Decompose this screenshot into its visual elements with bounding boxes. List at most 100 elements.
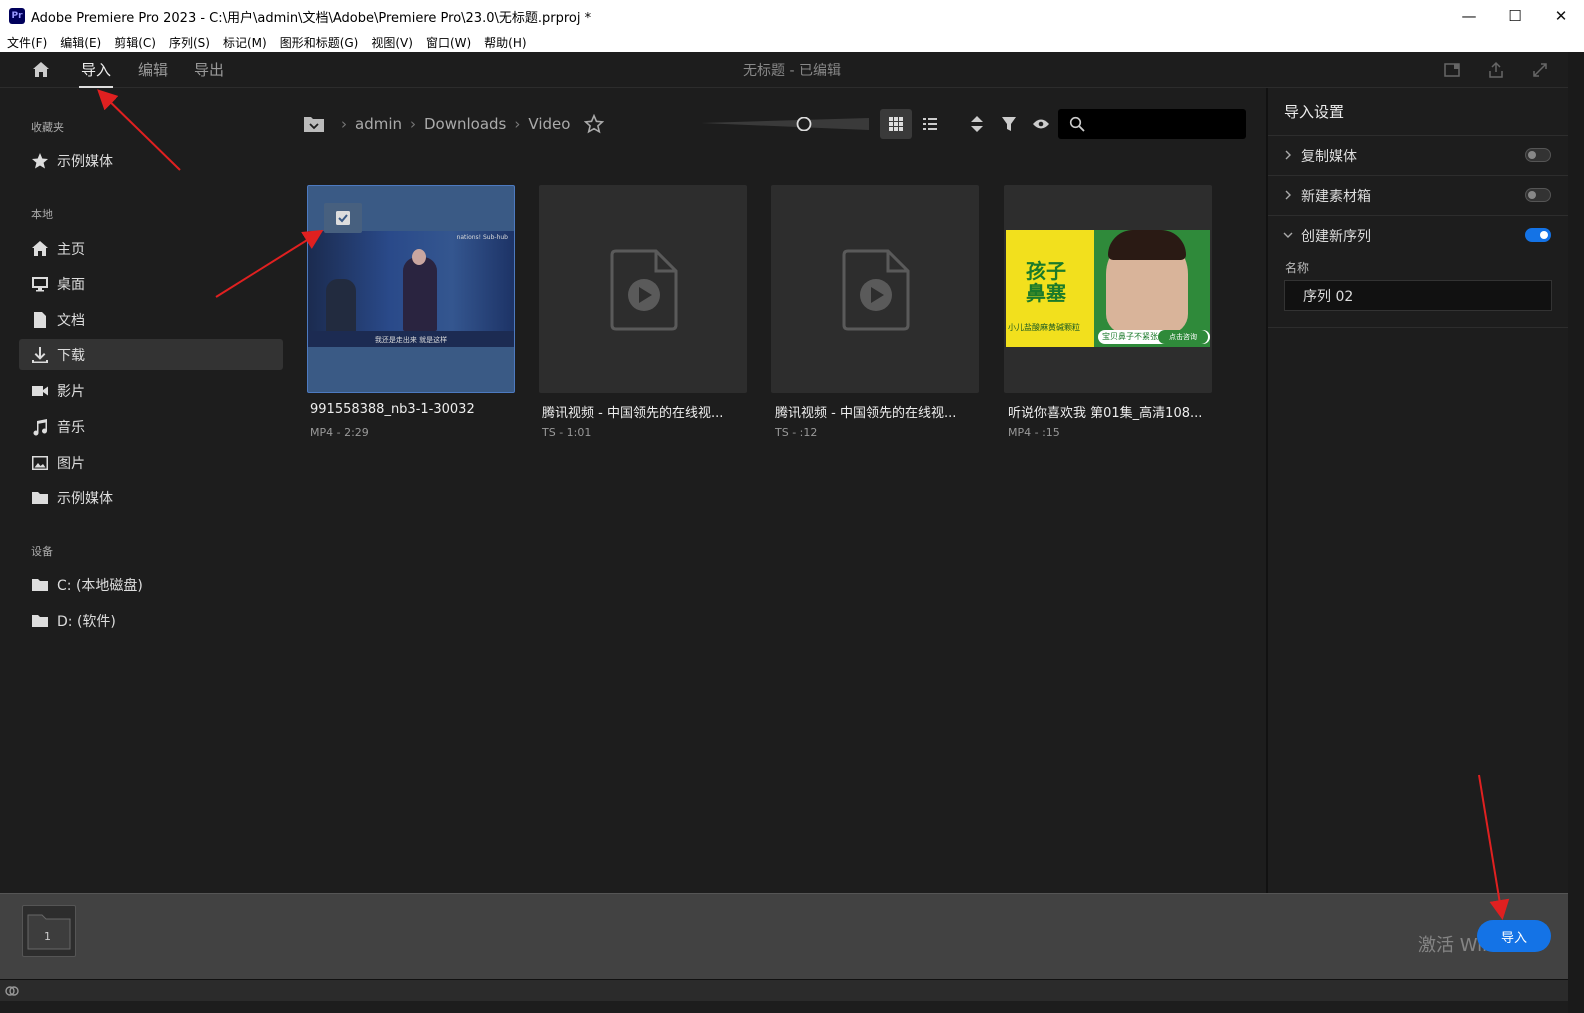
new-bin-toggle[interactable] bbox=[1525, 188, 1551, 202]
media-card-4[interactable]: 孩子 鼻塞 小儿盐酸麻黄碱颗粒 宝贝鼻子不紧张 点击咨询 bbox=[1004, 185, 1212, 393]
maximize-button[interactable]: ☐ bbox=[1492, 0, 1538, 32]
chevron-right-icon bbox=[1285, 190, 1291, 200]
sidebar-item-label: 下载 bbox=[57, 347, 85, 364]
menu-clip[interactable]: 剪辑(C) bbox=[114, 34, 156, 51]
ad-slogan: 宝贝鼻子不紧张 bbox=[1102, 332, 1158, 341]
menu-file[interactable]: 文件(F) bbox=[7, 34, 47, 51]
search-icon bbox=[1069, 116, 1085, 132]
import-button[interactable]: 导入 bbox=[1477, 920, 1551, 952]
menu-window[interactable]: 窗口(W) bbox=[426, 34, 471, 51]
copy-media-toggle[interactable] bbox=[1525, 148, 1551, 162]
sequence-name-field[interactable]: 序列 02 bbox=[1284, 280, 1552, 311]
media-card-2[interactable] bbox=[539, 185, 747, 393]
right-edge-scrollbar[interactable] bbox=[1568, 52, 1584, 1013]
tab-edit[interactable]: 编辑 bbox=[138, 59, 168, 80]
window-title: Adobe Premiere Pro 2023 - C:\用户\admin\文档… bbox=[31, 10, 592, 26]
eye-icon bbox=[1033, 119, 1049, 129]
setting-label: 新建素材箱 bbox=[1301, 189, 1371, 205]
setting-label: 复制媒体 bbox=[1301, 149, 1357, 165]
selected-items-stack[interactable]: 1 bbox=[22, 905, 76, 957]
video-thumbnail: nations! Sub-hub 我还是走出来 就是这样 bbox=[308, 231, 514, 347]
sidebar-item-label: 桌面 bbox=[57, 276, 85, 293]
list-view-button[interactable] bbox=[914, 109, 946, 139]
sidebar-item-label: 示例媒体 bbox=[57, 490, 113, 507]
menu-view[interactable]: 视图(V) bbox=[371, 34, 413, 51]
sidebar-item-music[interactable]: 音乐 bbox=[19, 411, 283, 442]
close-button[interactable]: ✕ bbox=[1538, 0, 1584, 32]
media-name-4: 听说你喜欢我 第01集_高清108... bbox=[1008, 406, 1203, 421]
desktop-icon bbox=[32, 276, 48, 291]
import-settings-title: 导入设置 bbox=[1284, 103, 1345, 121]
sidebar-item-downloads[interactable]: 下载 bbox=[19, 339, 283, 370]
sidebar-item-label: C: (本地磁盘) bbox=[57, 577, 143, 594]
ad-headline-1: 孩子 bbox=[1026, 259, 1066, 283]
sidebar-item-label: 图片 bbox=[57, 455, 85, 472]
create-sequence-toggle[interactable] bbox=[1525, 228, 1551, 242]
sidebar-item-label: 示例媒体 bbox=[57, 153, 113, 170]
sidebar-item-documents[interactable]: 文档 bbox=[19, 304, 283, 335]
folder-icon bbox=[32, 491, 48, 504]
tab-export[interactable]: 导出 bbox=[194, 59, 224, 80]
document-title: 无标题 - 已编辑 bbox=[743, 63, 841, 79]
media-meta-1: MP4 - 2:29 bbox=[310, 426, 369, 439]
selected-count: 1 bbox=[44, 930, 51, 943]
select-checkbox[interactable] bbox=[324, 203, 362, 233]
document-icon bbox=[34, 311, 46, 328]
folder-dropdown-icon[interactable] bbox=[303, 115, 325, 133]
fullscreen-icon[interactable] bbox=[1531, 61, 1549, 79]
sort-button[interactable] bbox=[961, 109, 993, 139]
sidebar-item-label: 文档 bbox=[57, 312, 85, 329]
media-card-3[interactable] bbox=[771, 185, 979, 393]
filter-button[interactable] bbox=[993, 109, 1025, 139]
home-icon[interactable] bbox=[32, 61, 50, 79]
sidebar-item-drive-d[interactable]: D: (软件) bbox=[19, 605, 283, 636]
folder-icon bbox=[32, 578, 48, 591]
preview-button[interactable] bbox=[1025, 109, 1057, 139]
minimize-button[interactable]: — bbox=[1446, 0, 1492, 32]
panel-layout-icon[interactable] bbox=[1443, 61, 1461, 79]
chevron-right-icon bbox=[1285, 150, 1291, 160]
chevron-down-icon bbox=[1283, 232, 1293, 238]
breadcrumb-downloads[interactable]: Downloads bbox=[424, 115, 506, 133]
video-camera-icon bbox=[32, 385, 48, 396]
media-meta-2: TS - 1:01 bbox=[542, 426, 592, 439]
favorites-header: 收藏夹 bbox=[31, 121, 64, 134]
menu-markers[interactable]: 标记(M) bbox=[223, 34, 267, 51]
creative-cloud-icon bbox=[5, 986, 19, 996]
ad-button: 点击咨询 bbox=[1158, 330, 1208, 344]
menu-graphics[interactable]: 图形和标题(G) bbox=[280, 34, 359, 51]
setting-copy-media[interactable]: 复制媒体 bbox=[1268, 135, 1568, 175]
search-input[interactable] bbox=[1058, 109, 1246, 139]
location-sidebar: 收藏夹 示例媒体 本地 主页 桌面 文档 下载 影片 音乐 图片 示例媒体 设备… bbox=[0, 88, 290, 903]
share-icon[interactable] bbox=[1487, 61, 1505, 79]
download-icon bbox=[32, 346, 48, 363]
menu-sequence[interactable]: 序列(S) bbox=[169, 34, 210, 51]
breadcrumb-video[interactable]: Video bbox=[528, 115, 570, 133]
sort-icon bbox=[971, 116, 983, 132]
thumbnail-size-slider[interactable] bbox=[701, 117, 869, 131]
setting-new-bin[interactable]: 新建素材箱 bbox=[1268, 175, 1568, 215]
media-card-1[interactable]: nations! Sub-hub 我还是走出来 就是这样 bbox=[307, 185, 515, 393]
workspace-nav: 导入 编辑 导出 无标题 - 已编辑 bbox=[0, 52, 1584, 88]
menu-edit[interactable]: 编辑(E) bbox=[60, 34, 101, 51]
media-name-3: 腾讯视频 - 中国领先的在线视... bbox=[775, 406, 957, 421]
sidebar-item-sample-media[interactable]: 示例媒体 bbox=[19, 482, 283, 513]
media-meta-4: MP4 - :15 bbox=[1008, 426, 1060, 439]
sidebar-item-drive-c[interactable]: C: (本地磁盘) bbox=[19, 569, 283, 600]
sequence-name-label: 名称 bbox=[1285, 261, 1310, 275]
video-file-icon bbox=[610, 249, 678, 331]
devices-header: 设备 bbox=[31, 545, 53, 558]
sidebar-item-pictures[interactable]: 图片 bbox=[19, 447, 283, 478]
tab-import[interactable]: 导入 bbox=[78, 59, 114, 88]
sidebar-item-sample-media-fav[interactable]: 示例媒体 bbox=[19, 145, 283, 176]
sidebar-item-desktop[interactable]: 桌面 bbox=[19, 268, 283, 299]
breadcrumb-admin[interactable]: admin bbox=[355, 115, 402, 133]
setting-create-sequence[interactable]: 创建新序列 bbox=[1268, 215, 1568, 328]
ad-thumbnail: 孩子 鼻塞 小儿盐酸麻黄碱颗粒 宝贝鼻子不紧张 点击咨询 bbox=[1006, 230, 1210, 347]
music-note-icon bbox=[33, 418, 47, 435]
favorite-star-icon[interactable] bbox=[584, 114, 605, 134]
grid-view-button[interactable] bbox=[880, 109, 912, 139]
sidebar-item-movies[interactable]: 影片 bbox=[19, 375, 283, 406]
menu-help[interactable]: 帮助(H) bbox=[484, 34, 526, 51]
sidebar-item-home[interactable]: 主页 bbox=[19, 233, 283, 264]
